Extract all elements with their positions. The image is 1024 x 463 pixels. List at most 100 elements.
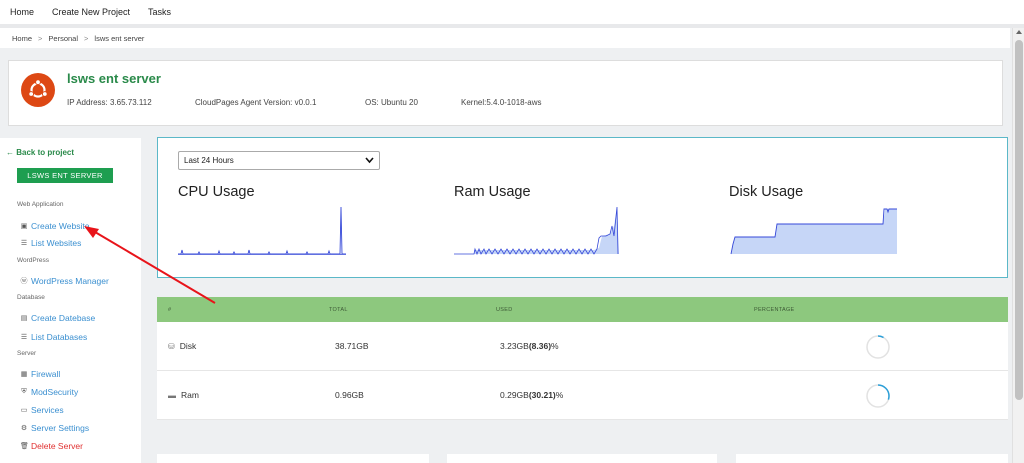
back-to-project-label: Back to project <box>16 148 75 157</box>
bottom-card <box>447 454 717 463</box>
wordpress-icon: ⓦ <box>20 278 28 285</box>
server-header-card: lsws ent server IP Address: 3.65.73.112 … <box>8 60 1003 126</box>
table-header: # TOTAL USED PERCENTAGE <box>157 297 1008 322</box>
breadcrumb-separator: > <box>38 33 43 43</box>
bottom-card <box>157 454 429 463</box>
scroll-thumb[interactable] <box>1015 40 1023 400</box>
section-database: Database <box>17 294 45 301</box>
sidebar-item-create-database[interactable]: ▤ Create Datebase <box>20 313 96 323</box>
shield-icon: ⛨ <box>21 388 27 395</box>
ram-usage-title: Ram Usage <box>454 184 531 200</box>
hdd-icon: ⛁ <box>168 341 175 351</box>
sidebar-item-delete-server[interactable]: 🗑 Delete Server <box>20 441 83 451</box>
database-icon: ▤ <box>20 315 28 322</box>
sidebar-item-firewall[interactable]: ▦ Firewall <box>20 369 61 379</box>
sidebar-item-modsecurity[interactable]: ⛨ ModSecurity <box>20 387 78 397</box>
server-title: lsws ent server <box>67 71 161 86</box>
cpu-usage-title: CPU Usage <box>178 184 255 200</box>
used-percent: (30.21) <box>528 390 556 400</box>
ram-usage-chart <box>454 206 619 256</box>
agent-version: CloudPages Agent Version: v0.0.1 <box>195 98 317 107</box>
ram-usage-area <box>454 207 619 254</box>
nav-tasks[interactable]: Tasks <box>148 7 171 17</box>
server-os: OS: Ubuntu 20 <box>365 98 418 107</box>
row-name: ⛁ Disk <box>168 341 196 351</box>
top-nav: Home Create New Project Tasks <box>0 0 1024 24</box>
cpu-usage-chart <box>178 206 346 255</box>
arrow-left-icon: ← <box>6 148 14 157</box>
table-row: ▬ Ram 0.96GB 0.29GB(30.21)% <box>157 371 1008 420</box>
cpu-usage-line <box>178 206 346 255</box>
sidebar-item-server-settings[interactable]: ⚙ Server Settings <box>20 423 89 433</box>
header-used: USED <box>496 307 513 313</box>
row-total: 0.96GB <box>335 390 364 400</box>
trash-icon: 🗑 <box>20 443 29 450</box>
sidebar-item-label: Services <box>31 405 64 415</box>
firewall-icon: ▦ <box>20 371 28 378</box>
disk-usage-chart <box>730 208 897 255</box>
section-server: Server <box>17 350 37 357</box>
nav-create-new-project[interactable]: Create New Project <box>52 7 130 17</box>
disk-usage-area <box>731 209 897 254</box>
sidebar-item-label: List Databases <box>31 332 88 342</box>
breadcrumb: Home > Personal > lsws ent server <box>0 28 1010 48</box>
breadcrumb-separator: > <box>84 33 89 43</box>
ram-usage-line <box>454 206 619 256</box>
sidebar-item-label: ModSecurity <box>31 387 79 397</box>
row-label: Ram <box>181 390 199 400</box>
usage-panel: Last 24 Hours CPU Usage Ram Usage Disk U… <box>157 137 1008 278</box>
time-range-select[interactable]: Last 24 Hours <box>178 151 380 170</box>
time-range-value: Last 24 Hours <box>184 156 234 165</box>
row-used: 0.29GB(30.21)% <box>500 390 563 400</box>
row-used: 3.23GB(8.36)% <box>500 341 559 351</box>
sidebar-item-label: Server Settings <box>31 423 90 433</box>
sidebar: ← Back to project LSWS ENT SERVER Web Ap… <box>0 138 141 463</box>
back-to-project-link[interactable]: ← Back to project <box>6 148 74 157</box>
disk-usage-title: Disk Usage <box>729 184 804 200</box>
server-ip: IP Address: 3.65.73.112 <box>67 98 152 107</box>
list-icon: ☰ <box>20 240 28 247</box>
server-name-button[interactable]: LSWS ENT SERVER <box>17 168 113 183</box>
ubuntu-logo-icon <box>21 73 55 107</box>
table-row: ⛁ Disk 38.71GB 3.23GB(8.36)% <box>157 322 1008 371</box>
row-name: ▬ Ram <box>168 390 199 400</box>
nav-home[interactable]: Home <box>10 7 34 17</box>
breadcrumb-personal[interactable]: Personal <box>48 34 78 43</box>
section-wordpress: WordPress <box>17 257 50 264</box>
sidebar-item-label: Firewall <box>31 369 61 379</box>
sidebar-item-create-website[interactable]: ▣ Create Website <box>20 221 90 231</box>
header-index: # <box>168 307 172 313</box>
resources-table: # TOTAL USED PERCENTAGE ⛁ Disk 38.71GB 3… <box>157 297 1008 420</box>
sidebar-item-list-websites[interactable]: ☰ List Websites <box>20 238 82 248</box>
ram-percentage-ring <box>866 384 890 408</box>
scroll-up-icon[interactable] <box>1016 30 1022 34</box>
sidebar-item-label: Create Website <box>31 221 90 231</box>
used-percent: (8.36) <box>528 341 552 351</box>
sidebar-item-label: WordPress Manager <box>31 276 109 286</box>
sidebar-item-label: Delete Server <box>31 441 83 451</box>
sidebar-item-list-databases[interactable]: ☰ List Databases <box>20 332 87 342</box>
header-total: TOTAL <box>329 307 348 313</box>
server-kernel: Kernel:5.4.0-1018-aws <box>461 98 542 107</box>
sidebar-item-services[interactable]: ▭ Services <box>20 405 64 415</box>
chevron-down-icon <box>365 157 374 166</box>
section-web-application: Web Application <box>17 201 64 208</box>
disk-percentage-ring <box>866 335 890 359</box>
sidebar-item-label: List Websites <box>31 238 82 248</box>
page-scrollbar[interactable] <box>1012 28 1024 463</box>
used-value: 3.23GB <box>500 341 529 351</box>
services-icon: ▭ <box>20 407 28 414</box>
bottom-card <box>736 454 1008 463</box>
breadcrumb-current: lsws ent server <box>94 33 145 43</box>
window-icon: ▣ <box>20 223 28 230</box>
gear-icon: ⚙ <box>20 425 28 432</box>
breadcrumb-home[interactable]: Home <box>12 34 32 43</box>
percent-sign: % <box>551 341 559 351</box>
used-value: 0.29GB <box>500 390 529 400</box>
memory-icon: ▬ <box>168 390 176 400</box>
sidebar-item-wordpress-manager[interactable]: ⓦ WordPress Manager <box>20 276 109 286</box>
sidebar-item-label: Create Datebase <box>31 313 96 323</box>
header-percentage: PERCENTAGE <box>754 307 795 313</box>
list-icon: ☰ <box>20 334 28 341</box>
row-label: Disk <box>179 341 197 351</box>
